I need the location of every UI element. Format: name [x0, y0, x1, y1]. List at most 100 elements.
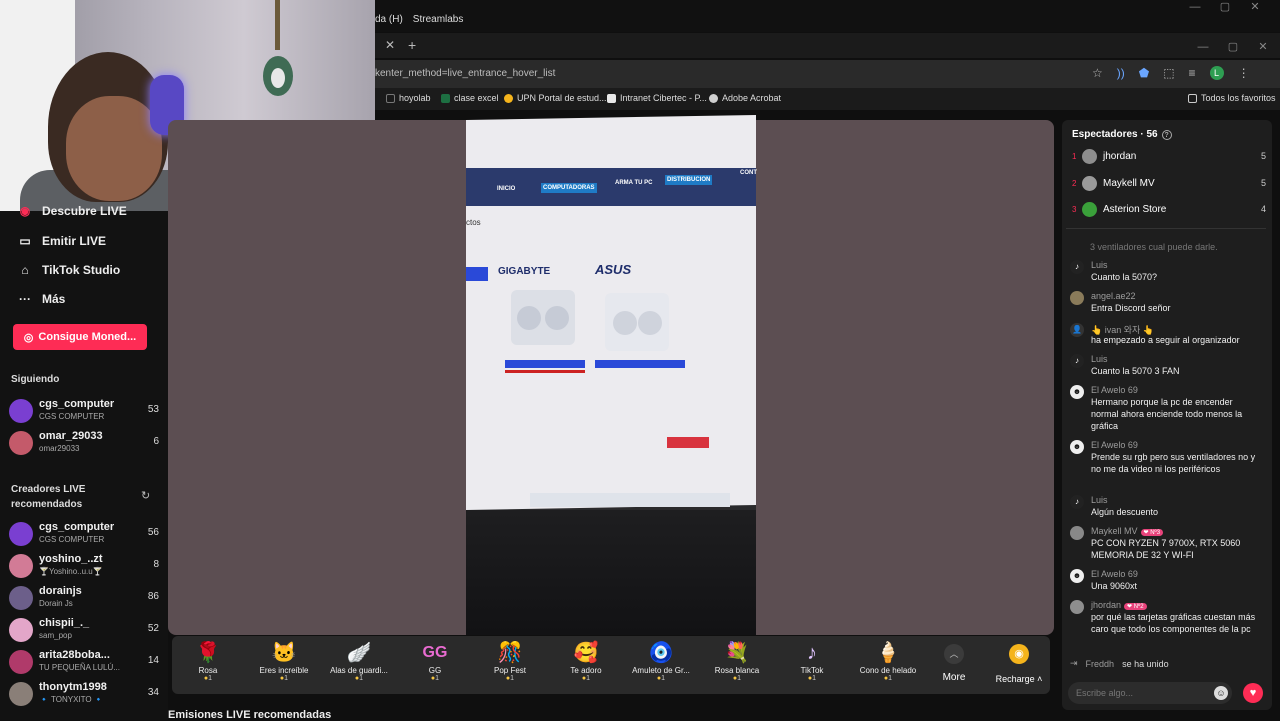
avatar	[1082, 175, 1097, 191]
refresh-icon[interactable]: ↻	[141, 489, 150, 502]
gift-item-eres-increible[interactable]: 🐱 Eres increíble ●1	[247, 640, 321, 682]
chevron-up-icon: ︿	[944, 644, 964, 664]
viewer-name: Maykell MV	[1103, 177, 1155, 189]
bookmark-acrobat[interactable]: Adobe Acrobat	[709, 93, 781, 103]
recommended-item[interactable]: arita28boba... TU PEQUEÑA LULÚ... 14	[9, 648, 159, 676]
nav-emitir-live[interactable]: ▭ Emitir LIVE	[18, 234, 106, 248]
recommended-item[interactable]: cgs_computer CGS COMPUTER 56	[9, 520, 159, 548]
chat-username[interactable]: jhordan	[1091, 600, 1121, 610]
chat-username[interactable]: El Awelo 69	[1091, 440, 1138, 450]
menu-item-help[interactable]: da (H)	[375, 14, 403, 32]
profile-avatar[interactable]: L	[1209, 66, 1224, 80]
chat-username[interactable]: Luis	[1091, 354, 1108, 364]
info-icon[interactable]: ?	[1161, 129, 1172, 140]
browser-minimize-icon[interactable]: —	[1188, 40, 1218, 54]
recommended-lives-heading: Emisiones LIVE recomendadas	[168, 709, 332, 721]
star-icon[interactable]: ☆	[1092, 66, 1103, 80]
viewers-label: Espectadores · 56	[1072, 129, 1158, 140]
nav-mas[interactable]: ··· Más	[18, 292, 65, 306]
white-rose-icon: 💐	[724, 642, 750, 664]
video-nav-label: ARMA TU PC	[615, 180, 653, 186]
video-nav-label: DISTRIBUCION	[665, 175, 713, 185]
top-viewer-row[interactable]: 2 Maykell MV 5	[1072, 174, 1266, 192]
menu-item-streamlabs[interactable]: Streamlabs	[413, 14, 464, 32]
bookmark-excel[interactable]: clase excel	[441, 93, 499, 103]
chat-username[interactable]: El Awelo 69	[1091, 569, 1138, 579]
gift-item-rosa[interactable]: 🌹 Rosa ●1	[171, 640, 245, 682]
avatar: ☻	[1070, 385, 1084, 399]
gift-item-gg[interactable]: GG GG ●1	[398, 640, 472, 682]
get-coins-button[interactable]: ◎ Consigue Moned...	[13, 324, 147, 350]
url-text[interactable]: kenter_method=live_entrance_hover_list	[375, 68, 555, 79]
menu-kebab-icon[interactable]: ⋮	[1238, 66, 1250, 80]
bookmark-upn[interactable]: UPN Portal de estud...	[504, 93, 607, 103]
chat-username[interactable]: Luis	[1091, 260, 1108, 270]
following-item[interactable]: omar_29033 omar29033 6	[9, 429, 159, 457]
account-name: thonytm1998	[39, 681, 107, 693]
browser-restore-icon[interactable]: ▢	[1218, 40, 1248, 54]
gift-item-alas[interactable]: 🪽 Alas de guardi... ●1	[322, 640, 396, 682]
recommended-item[interactable]: thonytm1998 🔹 TONYXITO 🔹 34	[9, 680, 159, 708]
avatar	[9, 618, 33, 642]
avatar	[1070, 600, 1084, 614]
gift-item-tiktok[interactable]: ♪ TikTok ●1	[775, 640, 849, 682]
tab-close-icon[interactable]: ✕	[385, 38, 395, 52]
gift-item-pop-fest[interactable]: 🎊 Pop Fest ●1	[473, 640, 547, 682]
gift-item-amuleto[interactable]: 🧿 Amuleto de Gr... ●1	[624, 640, 698, 682]
chat-input[interactable]	[1068, 682, 1232, 704]
top-viewer-row[interactable]: 1 jhordan 5	[1072, 147, 1266, 165]
top-viewer-row[interactable]: 3 Asterion Store 4	[1072, 200, 1266, 218]
gift-name: Pop Fest	[493, 666, 526, 675]
coin-icon: ◉	[1009, 644, 1029, 664]
joined-username[interactable]: Freddh	[1086, 659, 1115, 669]
chat-username[interactable]: angel.ae22	[1091, 291, 1136, 301]
recharge-button[interactable]: ◉ Recharge ˄	[994, 642, 1044, 684]
heart-icon[interactable]: ♥	[1243, 683, 1263, 703]
recommended-item[interactable]: yoshino_..zt 🍸Yoshino..u.u🍸 8	[9, 552, 159, 580]
gift-item-cono[interactable]: 🍦 Cono de helado ●1	[851, 640, 925, 682]
following-item[interactable]: cgs_computer CGS COMPUTER 53	[9, 397, 159, 425]
chat-username[interactable]: Luis	[1091, 495, 1108, 505]
recommended-item[interactable]: chispii_._ sam_pop 52	[9, 616, 159, 644]
new-tab-icon[interactable]: +	[408, 37, 416, 53]
viewer-name: Asterion Store	[1103, 203, 1167, 215]
browser-close-icon[interactable]: ✕	[1248, 40, 1278, 54]
avatar	[9, 554, 33, 578]
recommended-item[interactable]: dorainjs Dorain Js 86	[9, 584, 159, 612]
shield-icon[interactable]: ⬟	[1139, 66, 1149, 80]
viewer-count: 86	[147, 591, 159, 602]
nav-descubre-live[interactable]: ◉ Descubre LIVE	[18, 204, 127, 218]
extensions-icon[interactable]: ⬚	[1163, 66, 1174, 80]
chat-username[interactable]: Maykell MV	[1091, 526, 1138, 536]
gift-name: TikTok	[800, 666, 824, 675]
recharge-label: Recharge ˄	[995, 674, 1043, 684]
folder-icon	[1188, 93, 1197, 103]
close-icon[interactable]: ✕	[1240, 0, 1270, 14]
gift-cost: ●1	[732, 675, 742, 682]
avatar	[1082, 201, 1097, 217]
following-title: Siguiendo	[11, 374, 60, 385]
account-name: omar_29033	[39, 430, 103, 442]
gift-item-te-adoro[interactable]: 🥰 Te adoro ●1	[549, 640, 623, 682]
gift-name: Cono de helado	[859, 666, 917, 675]
join-icon: ⇥	[1070, 658, 1078, 668]
account-nickname: sam_pop	[39, 631, 72, 640]
viewer-count: 34	[147, 687, 159, 698]
more-gifts-button[interactable]: ︿ More	[936, 642, 972, 683]
emoji-icon[interactable]: ☺	[1214, 686, 1228, 700]
cat-icon: 🐱	[271, 642, 297, 664]
bookmark-icon	[709, 93, 718, 103]
nav-label: Descubre LIVE	[42, 204, 127, 218]
bookmark-icon	[386, 93, 395, 103]
all-bookmarks[interactable]: Todos los favoritos	[1188, 93, 1276, 103]
media-icon[interactable]: ≡	[1189, 66, 1196, 80]
gift-item-rosa-blanca[interactable]: 💐 Rosa blanca ●1	[700, 640, 774, 682]
minimize-icon[interactable]: —	[1180, 0, 1210, 14]
maximize-icon[interactable]: ▢	[1210, 0, 1240, 14]
gift-cost: ●1	[883, 675, 893, 682]
bookmark-cibertec[interactable]: Intranet Cibertec - P...	[607, 93, 707, 103]
nav-tiktok-studio[interactable]: ⌂ TikTok Studio	[18, 263, 120, 277]
chat-username[interactable]: El Awelo 69	[1091, 385, 1138, 395]
voice-icon[interactable]: ))	[1117, 66, 1125, 80]
bookmark-hoyolab[interactable]: hoyolab	[386, 93, 431, 103]
